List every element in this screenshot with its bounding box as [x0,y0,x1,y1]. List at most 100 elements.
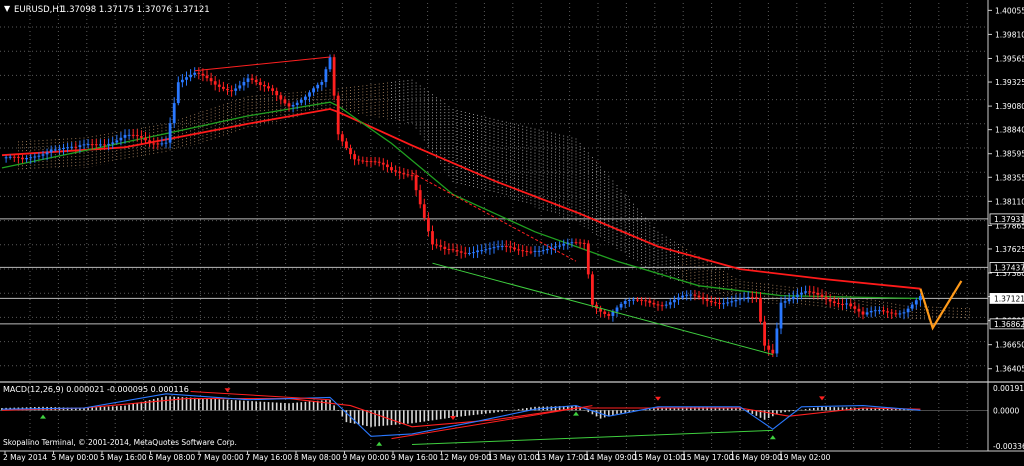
candle-body [213,81,217,85]
candle-body [365,160,369,162]
candle-body [763,321,766,346]
candle-body [869,310,873,313]
candle-body [299,99,303,103]
candle-body [517,249,520,251]
candle-body [709,300,713,303]
candle-body [914,300,918,305]
time-tick-label: 2 May 2014 [3,453,47,462]
candle-body [197,72,201,74]
triangle-down-icon[interactable]: ▼ [4,4,11,13]
candle-body [209,78,213,82]
candle-body [160,143,164,145]
time-tick-label: 12 May 09:00 [440,453,492,462]
candle-body [623,300,627,304]
candle-body [49,149,53,153]
candle-body [443,246,447,250]
candle-body [759,297,762,322]
candle-body [472,252,475,254]
candle-body [685,294,689,296]
candle-body [140,136,143,138]
candle-body [427,217,430,232]
time-axis: 2 May 2014 5 May 00:00 5 May 16:00 6 May 08… [3,451,831,462]
candle-body [660,305,664,307]
candle-body [652,302,656,305]
candle-body [779,302,783,329]
candle-body [127,134,131,136]
candle-body [373,161,377,163]
candle-body [554,246,557,248]
candle-body [308,92,311,97]
candle-body [37,155,41,157]
candle-body [849,303,853,307]
quote-label: 1.37098 1.37175 1.37076 1.37121 [61,5,210,15]
time-tick-label: 6 May 08:00 [149,453,196,462]
candle-body [644,300,648,302]
candle-body [919,296,922,301]
candle-body [558,245,561,247]
candle-body [275,90,279,96]
candle-body [574,242,578,244]
candle-body [189,74,192,78]
candle-body [504,245,508,247]
candle-body [824,296,828,300]
candle-body [537,250,541,252]
candle-body [890,312,894,314]
candle-body [865,312,869,315]
price-tick-label: 1.39080 [995,102,1024,111]
candle-body [714,302,717,304]
candle-body [787,299,791,302]
candle-body [295,102,299,106]
candle-body [41,154,45,156]
candle-body [242,81,246,86]
candle-body [291,105,295,107]
candle-body [837,303,840,305]
candle-body [447,249,451,251]
candle-body [615,307,619,312]
price-tick-label: 1.39810 [995,30,1024,39]
candle-body [369,161,373,163]
candle-body [586,243,590,275]
candle-body [283,99,287,104]
candle-body [316,84,320,89]
candle-body [336,95,340,135]
candle-body [468,252,471,254]
candle-body [701,297,705,300]
candle-body [509,246,512,248]
candle-body [804,291,807,293]
candle-body [861,311,865,315]
candle-body [480,250,484,252]
candle-body [45,152,49,155]
price-tick-label: 1.38595 [995,150,1024,159]
candle-body [873,310,877,312]
candle-body [697,295,701,298]
candle-body [570,242,574,244]
candle-body [566,242,570,244]
candle-body [878,310,881,312]
candle-body [730,301,734,303]
price-tick-label: 1.40055 [995,6,1024,15]
candle-body [25,158,28,160]
chart-canvas[interactable]: 1.40055 1.39810 1.39565 1.39325 1.39080 1.388… [0,0,1024,462]
candle-body [677,297,680,300]
candle-body [123,134,127,138]
level-tag-label: 1.37437 [994,263,1024,272]
candle-body [619,303,623,308]
candle-body [796,294,799,297]
time-tick-label: 19 May 02:00 [779,453,831,462]
candle-body [500,245,504,247]
macd-tick-label: 0.001913 [993,384,1024,393]
candle-body [324,69,328,83]
candle-body [451,249,455,251]
candle-body [94,144,98,146]
candle-body [361,160,365,162]
candle-body [234,88,238,91]
candle-body [463,252,467,254]
candle-body [263,84,266,87]
time-tick-label: 15 May 17:00 [682,453,734,462]
candle-body [53,149,57,151]
candle-body [816,292,820,295]
macd-tick-label: 0.0000 [993,406,1019,415]
candle-body [857,308,861,312]
candle-body [750,297,754,299]
candle-body [398,171,402,174]
